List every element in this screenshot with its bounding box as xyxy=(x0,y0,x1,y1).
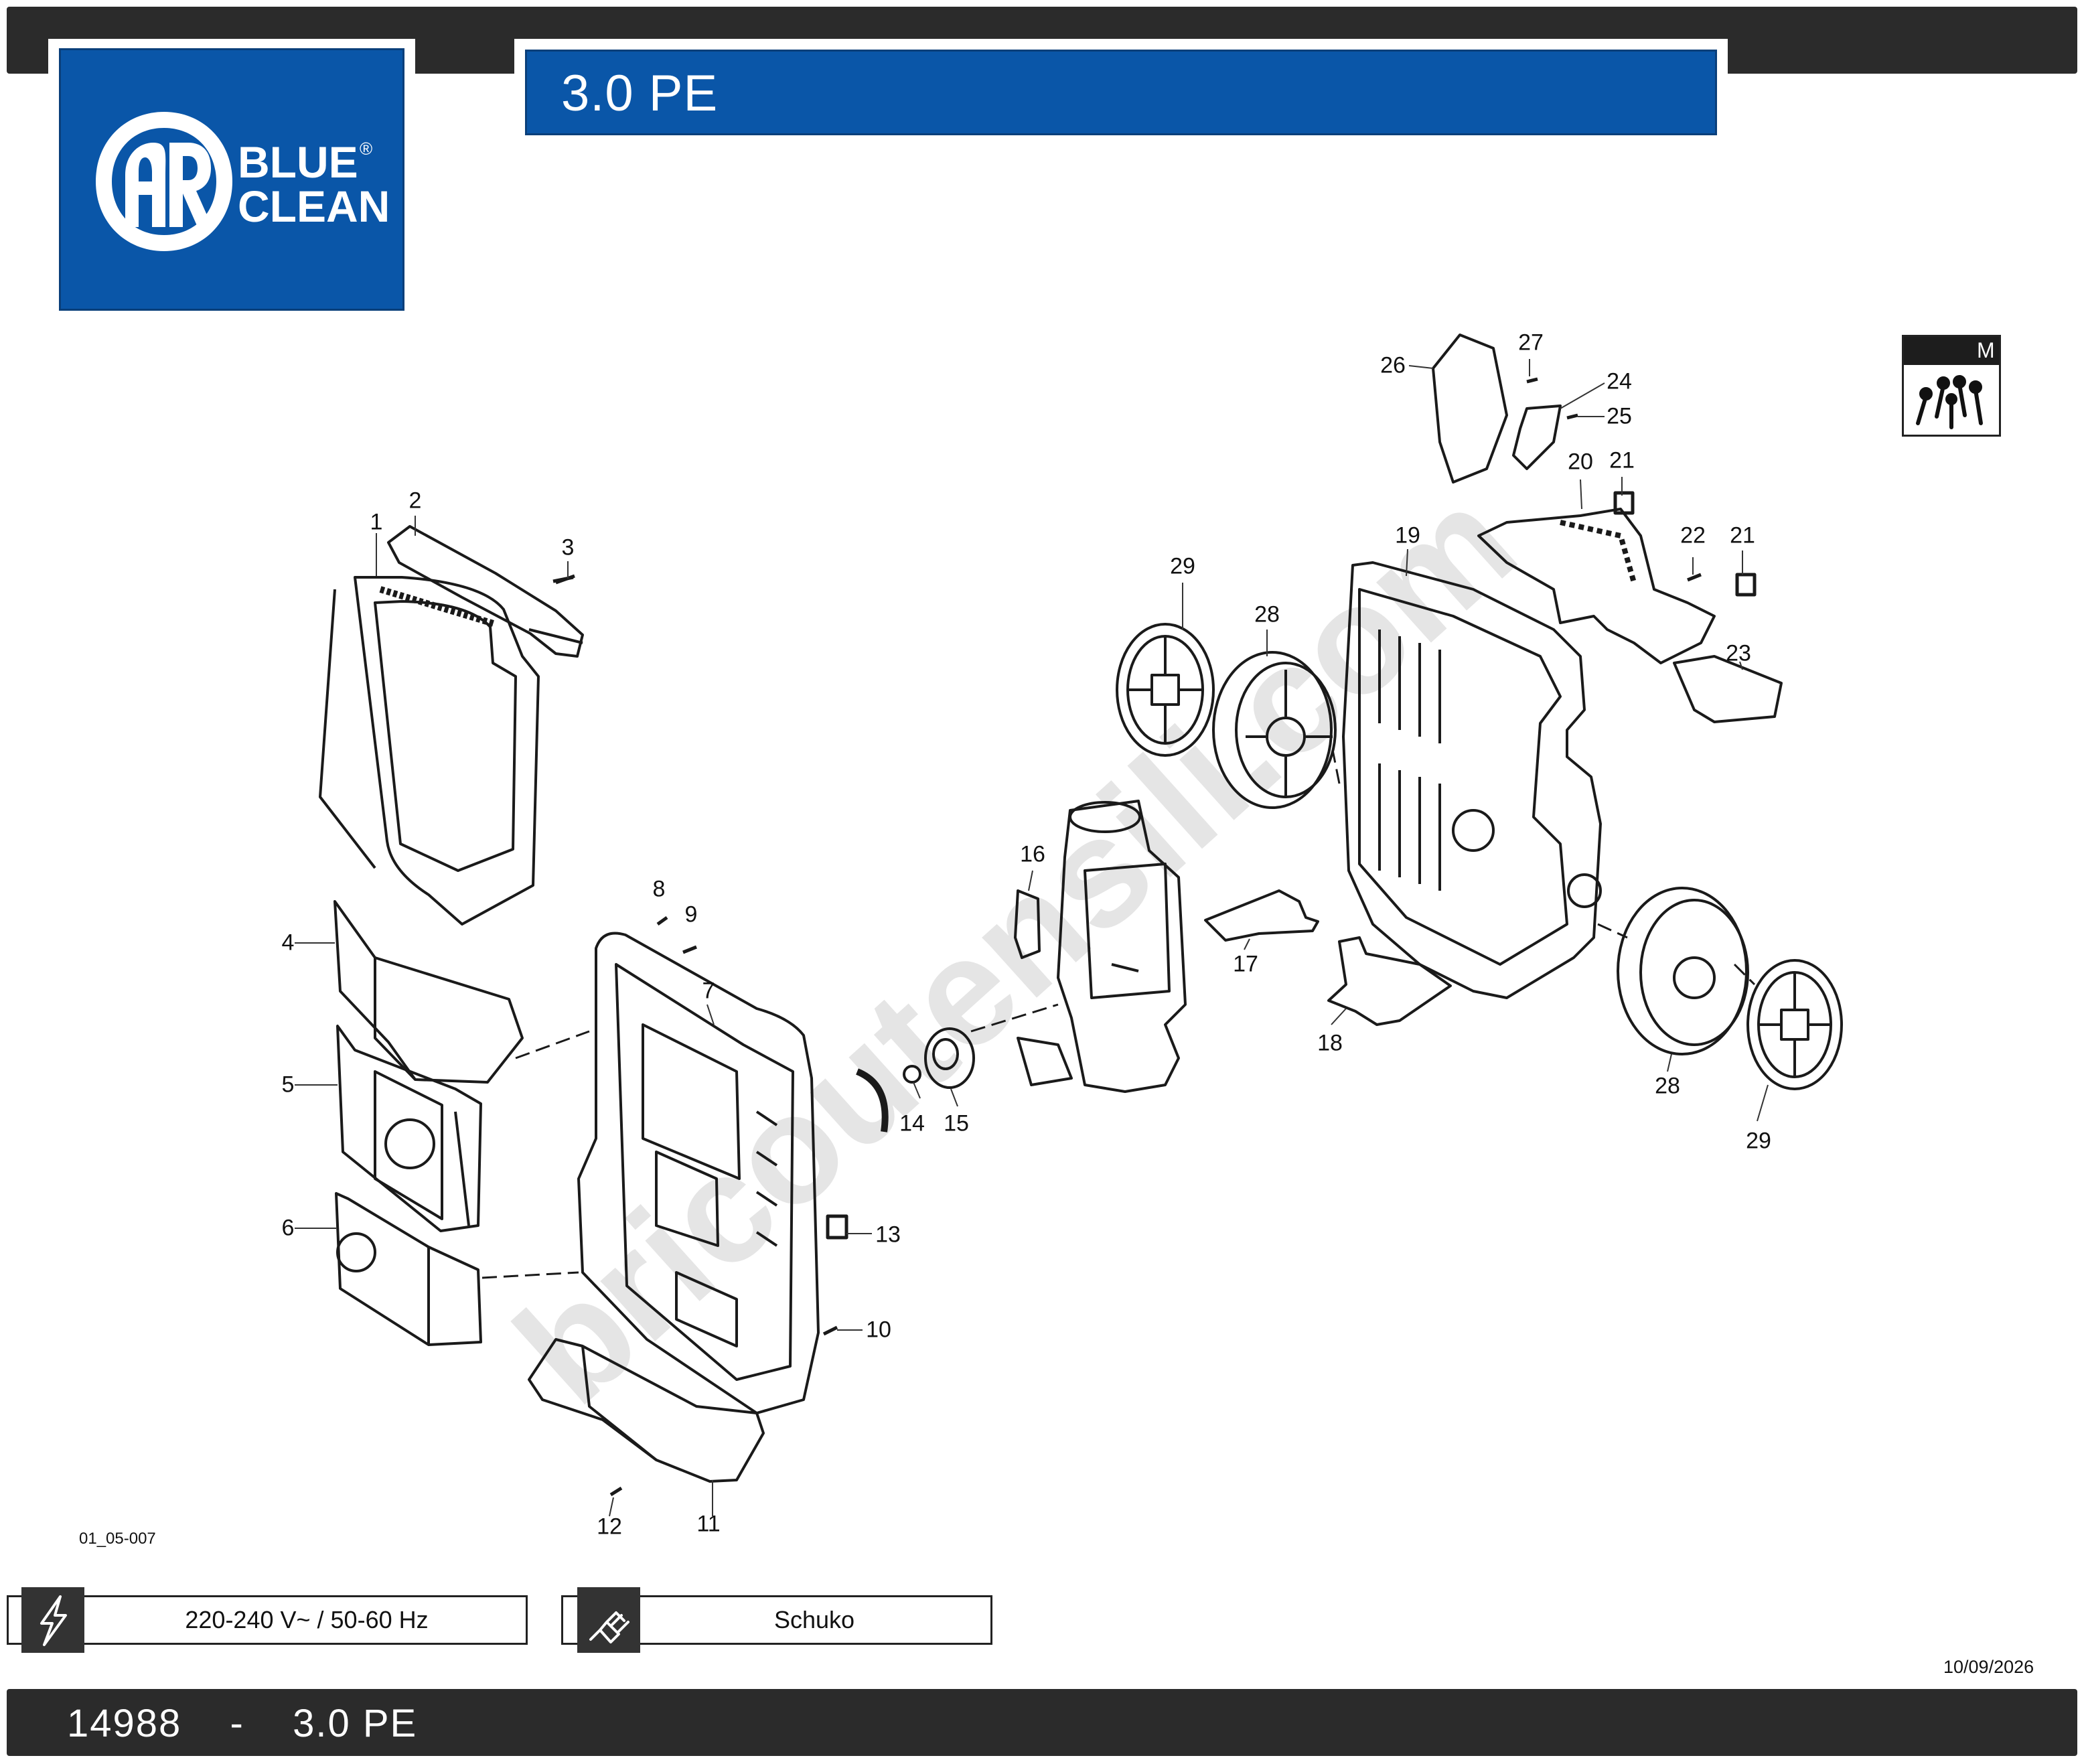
part-label: 1 xyxy=(370,509,383,535)
power-spec-box: 220-240 V~ / 50-60 Hz xyxy=(7,1595,528,1645)
exploded-diagram xyxy=(295,334,1843,1517)
part-label: 27 xyxy=(1518,329,1544,356)
part-hubcap-right xyxy=(1746,959,1843,1090)
footer-title: 14988 - 3.0 PE xyxy=(67,1701,417,1746)
part-label: 5 xyxy=(281,1072,295,1098)
part-hook xyxy=(1432,334,1508,484)
part-label: 17 xyxy=(1233,951,1258,977)
part-4 xyxy=(333,900,524,1084)
part-5 xyxy=(336,1025,482,1232)
part-label: 24 xyxy=(1607,368,1632,394)
part-label: 8 xyxy=(652,876,666,902)
part-label: 6 xyxy=(281,1215,295,1241)
part-label: 7 xyxy=(702,978,715,1004)
footer-code: 14988 xyxy=(67,1702,182,1745)
part-hubcap-left xyxy=(1116,623,1215,757)
part-label: 25 xyxy=(1607,403,1632,429)
plug-spec-text: Schuko xyxy=(773,1606,855,1633)
part-label: 10 xyxy=(866,1317,891,1343)
power-spec-text: 220-240 V~ / 50-60 Hz xyxy=(185,1606,429,1633)
footer-model: 3.0 PE xyxy=(293,1702,418,1745)
document-date: 10/09/2026 xyxy=(1943,1657,2034,1677)
part-17 xyxy=(1204,889,1319,942)
part-18 xyxy=(1327,936,1452,1026)
part-base xyxy=(528,1338,765,1483)
part-label: 3 xyxy=(561,534,575,561)
part-frame xyxy=(577,932,820,1414)
plug-icon xyxy=(577,1587,640,1653)
part-label: 13 xyxy=(875,1222,901,1248)
part-label: 15 xyxy=(944,1110,969,1136)
part-housing xyxy=(1342,561,1602,999)
part-label: 9 xyxy=(684,901,698,928)
part-label: 14 xyxy=(899,1110,925,1136)
drawing-code: 01_05-007 xyxy=(79,1530,156,1548)
part-label: 21 xyxy=(1730,522,1755,548)
part-front-cover xyxy=(319,576,540,926)
part-label: 11 xyxy=(696,1511,721,1537)
part-label: 26 xyxy=(1380,352,1406,378)
part-6 xyxy=(335,1192,482,1346)
part-label: 19 xyxy=(1395,522,1420,548)
part-label: 18 xyxy=(1317,1030,1343,1056)
part-label: 16 xyxy=(1020,841,1045,867)
part-wheel-right xyxy=(1617,887,1749,1055)
part-label: 29 xyxy=(1746,1128,1771,1154)
part-top-bar xyxy=(387,525,584,658)
footer-separator: - xyxy=(230,1702,244,1745)
lightning-icon xyxy=(21,1587,84,1653)
part-16 xyxy=(1014,889,1041,959)
part-label: 2 xyxy=(408,488,422,514)
part-label: 29 xyxy=(1170,553,1195,579)
part-label: 22 xyxy=(1680,522,1706,548)
part-label: 23 xyxy=(1726,640,1751,666)
part-label: 4 xyxy=(281,930,295,956)
part-label: 20 xyxy=(1568,449,1593,475)
part-label: 28 xyxy=(1254,601,1280,628)
part-label: 12 xyxy=(597,1514,622,1540)
part-label: 28 xyxy=(1655,1073,1680,1099)
part-wheel-left xyxy=(1212,651,1337,809)
part-label: 21 xyxy=(1609,447,1635,473)
part-handle xyxy=(1477,508,1716,664)
part-24 xyxy=(1512,405,1562,470)
